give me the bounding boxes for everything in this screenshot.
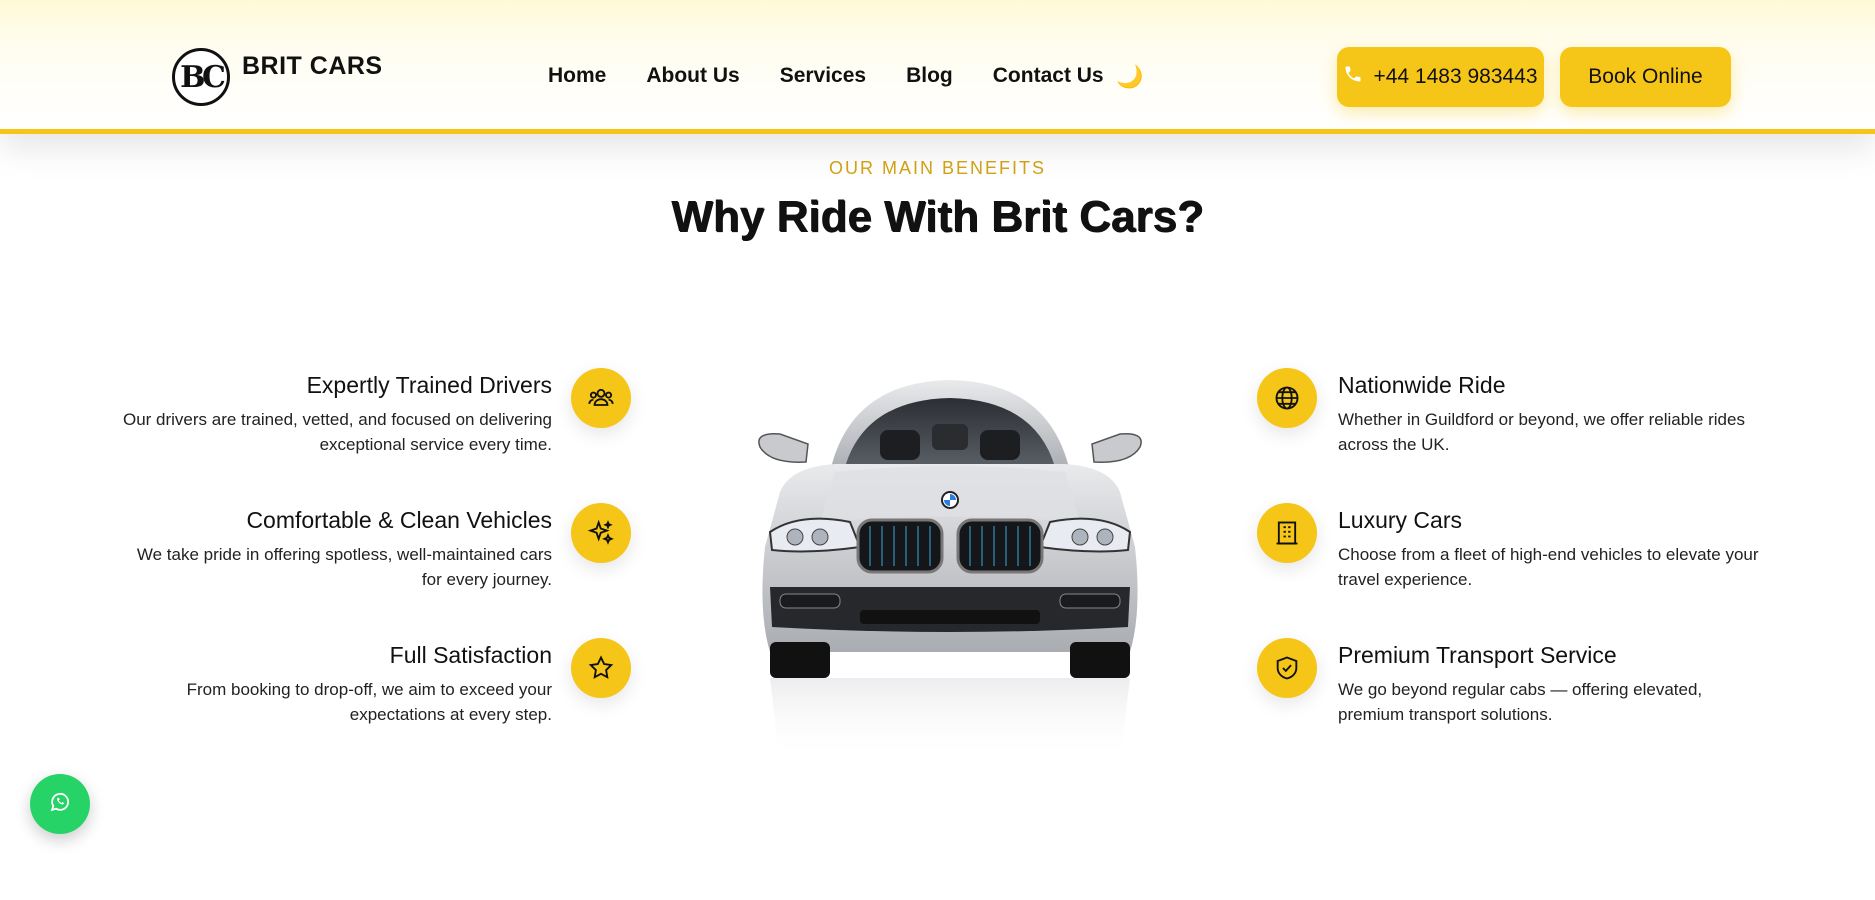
nav-blog[interactable]: Blog [906,64,953,88]
globe-icon [1257,368,1317,428]
users-icon [571,368,631,428]
feature-text: From booking to drop-off, we aim to exce… [186,680,552,724]
whatsapp-icon [48,790,72,819]
feature-luxury-cars: Luxury Cars Choose from a fleet of high-… [1338,507,1768,592]
nav-home[interactable]: Home [548,64,606,88]
feature-comfortable-clean-vehicles: Comfortable & Clean Vehicles We take pri… [122,507,552,592]
star-icon [571,638,631,698]
feature-text: We go beyond regular cabs — offering ele… [1338,680,1703,724]
feature-text: Choose from a fleet of high-end vehicles… [1338,545,1759,589]
main-nav: Home About Us Services Blog Contact Us [548,64,1104,88]
feature-text: We take pride in offering spotless, well… [136,545,552,589]
phone-icon [1343,64,1363,90]
shield-check-icon [1257,638,1317,698]
feature-title: Luxury Cars [1338,507,1462,533]
phone-number: +44 1483 983443 [1373,65,1538,88]
nav-contact-us[interactable]: Contact Us [993,64,1104,88]
feature-title: Comfortable & Clean Vehicles [246,507,552,533]
feature-nationwide-ride: Nationwide Ride Whether in Guildford or … [1338,372,1768,457]
feature-expertly-trained-drivers: Expertly Trained Drivers Our drivers are… [122,372,552,457]
brand-logo[interactable]: BC BRIT CARS [172,48,383,106]
feature-premium-transport-service: Premium Transport Service We go beyond r… [1338,642,1768,727]
feature-title: Nationwide Ride [1338,372,1506,398]
nav-about-us[interactable]: About Us [646,64,739,88]
section-eyebrow: OUR MAIN BENEFITS [828,158,1046,178]
logo-text: BRIT CARS [242,51,383,80]
moon-icon[interactable]: 🌙 [1116,64,1143,90]
building-icon [1257,503,1317,563]
feature-text: Whether in Guildford or beyond, we offer… [1338,410,1745,454]
whatsapp-button[interactable] [30,774,90,834]
section-title: Why Ride With Brit Cars? [671,192,1204,241]
nav-services[interactable]: Services [780,64,866,88]
book-online-button[interactable]: Book Online [1560,47,1731,107]
site-header: BC BRIT CARS Home About Us Services Blog… [0,0,1875,134]
feature-title: Expertly Trained Drivers [306,372,552,398]
feature-title: Full Satisfaction [389,642,552,668]
car-image [740,372,1160,762]
phone-button[interactable]: +44 1483 983443 [1337,47,1544,107]
feature-full-satisfaction: Full Satisfaction From booking to drop-o… [122,642,552,727]
feature-text: Our drivers are trained, vetted, and foc… [122,410,552,454]
logo-mark: BC [172,48,230,106]
feature-title: Premium Transport Service [1338,642,1617,668]
sparkles-icon [571,503,631,563]
